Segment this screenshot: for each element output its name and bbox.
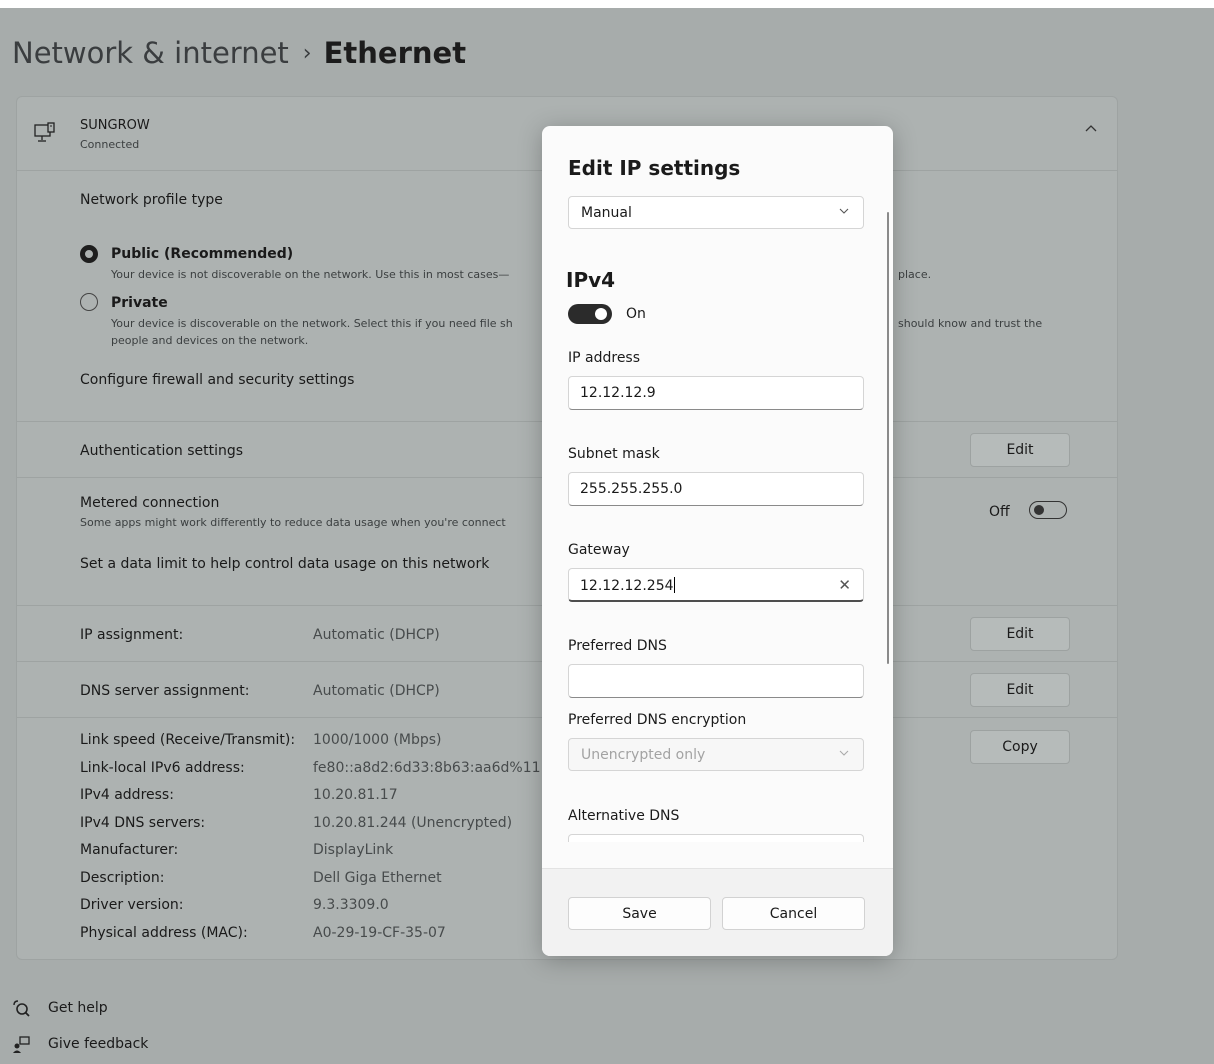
give-feedback-label: Give feedback [48,1036,149,1052]
alternative-dns-label: Alternative DNS [568,808,680,824]
preferred-dns-encryption-select: Unencrypted only [568,738,864,771]
dns-assignment-value: Automatic (DHCP) [313,683,440,699]
private-description-line2: people and devices on the network. [111,334,309,347]
dialog-footer: Save Cancel [542,868,893,956]
dns-assignment-label: DNS server assignment: [80,683,250,699]
data-limit-link[interactable]: Set a data limit to help control data us… [80,556,489,572]
give-feedback-link[interactable]: Give feedback [12,1035,148,1053]
ip-mode-select[interactable]: Manual [568,196,864,229]
property-label: IPv4 address: [80,787,174,803]
property-label: Driver version: [80,897,184,913]
metered-toggle-label: Off [989,504,1010,520]
property-label: Link speed (Receive/Transmit): [80,732,296,748]
private-label: Private [111,295,168,311]
dns-assignment-edit-button[interactable]: Edit [970,673,1070,707]
network-status: Connected [80,138,140,151]
firewall-settings-link[interactable]: Configure firewall and security settings [80,372,354,388]
copy-properties-button[interactable]: Copy [970,730,1070,764]
metered-connection-description: Some apps might work differently to redu… [80,516,506,529]
cancel-button[interactable]: Cancel [722,897,865,930]
public-description: Your device is not discoverable on the n… [111,268,510,281]
metered-connection-label: Metered connection [80,495,220,511]
alternative-dns-field[interactable] [568,834,864,842]
property-label: Description: [80,870,165,886]
public-label: Public (Recommended) [111,246,294,262]
public-radio[interactable] [80,245,98,263]
ipv4-toggle-label: On [626,306,646,322]
ip-address-label: IP address [568,350,641,366]
dialog-title: Edit IP settings [568,156,741,180]
property-value: 10.20.81.244 (Unencrypted) [313,815,513,831]
preferred-dns-field[interactable] [568,664,864,698]
property-value: Dell Giga Ethernet [313,870,442,886]
subnet-mask-value: 255.255.255.0 [580,481,683,497]
metered-connection-toggle[interactable] [1029,501,1067,519]
ipv4-section-heading: IPv4 [566,268,616,292]
ip-mode-value: Manual [581,205,632,221]
public-description-tail: place. [898,268,932,281]
property-value: 9.3.3309.0 [313,897,389,913]
ip-assignment-edit-button[interactable]: Edit [970,617,1070,651]
ipv4-toggle[interactable] [568,304,612,324]
property-label: Physical address (MAC): [80,925,248,941]
top-edge [0,0,1214,8]
chevron-down-icon [839,208,849,214]
breadcrumb-parent[interactable]: Network & internet [12,36,289,70]
preferred-dns-encryption-label: Preferred DNS encryption [568,712,747,728]
gateway-label: Gateway [568,542,630,558]
private-radio[interactable] [80,293,98,311]
network-profile-heading: Network profile type [80,192,223,208]
authentication-settings-label: Authentication settings [80,443,244,459]
ip-address-value: 12.12.12.9 [580,385,656,401]
property-value: 10.20.81.17 [313,787,398,803]
preferred-dns-label: Preferred DNS [568,638,667,654]
property-label: IPv4 DNS servers: [80,815,206,831]
subnet-mask-label: Subnet mask [568,446,660,462]
breadcrumb-separator: › [302,41,312,66]
get-help-label: Get help [48,1000,108,1016]
clear-icon[interactable]: ✕ [838,576,851,594]
edit-ip-settings-dialog: Edit IP settings Manual IPv4 On IP addre… [542,126,893,956]
chevron-up-icon[interactable] [1084,124,1098,134]
ethernet-icon [34,122,55,142]
save-button[interactable]: Save [568,897,711,930]
property-value: fe80::a8d2:6d33:8b63:aa6d%11 [313,760,541,776]
ip-address-field[interactable]: 12.12.12.9 [568,376,864,410]
auth-edit-button[interactable]: Edit [970,433,1070,467]
dialog-scrollbar[interactable] [887,212,889,664]
gateway-value: 12.12.12.254 [580,578,674,594]
ip-assignment-value: Automatic (DHCP) [313,627,440,643]
property-label: Manufacturer: [80,842,179,858]
subnet-mask-field[interactable]: 255.255.255.0 [568,472,864,506]
breadcrumb-current: Ethernet [323,36,467,70]
page-title: Network & internet › Ethernet [12,36,466,70]
gateway-field[interactable]: 12.12.12.254 ✕ [568,568,864,602]
preferred-dns-encryption-value: Unencrypted only [581,747,706,763]
property-value: 1000/1000 (Mbps) [313,732,442,748]
help-icon [13,1000,30,1017]
property-value: DisplayLink [313,842,394,858]
property-value: A0-29-19-CF-35-07 [313,925,446,941]
feedback-icon [13,1036,30,1053]
ip-assignment-label: IP assignment: [80,627,184,643]
property-label: Link-local IPv6 address: [80,760,245,776]
get-help-link[interactable]: Get help [12,999,108,1017]
private-description: Your device is discoverable on the netwo… [111,317,513,330]
chevron-down-icon [839,750,849,756]
text-cursor [673,577,675,593]
private-description-tail: should know and trust the [898,317,1043,330]
network-name: SUNGROW [80,118,150,133]
